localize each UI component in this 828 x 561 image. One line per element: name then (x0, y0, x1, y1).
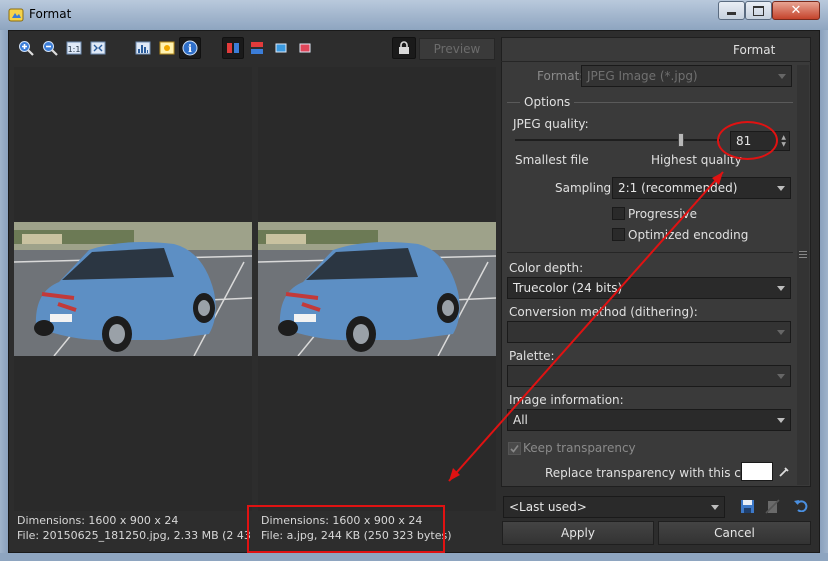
svg-text:i: i (188, 44, 192, 55)
file-size-annotation-box (247, 505, 445, 553)
undo-icon[interactable] (791, 496, 811, 514)
progressive-label: Progressive (628, 207, 698, 221)
image-information-value: All (513, 413, 528, 427)
split-vertical-icon[interactable] (222, 37, 244, 59)
actual-size-icon[interactable]: 1:1 (63, 37, 85, 59)
transparency-color-swatch[interactable] (741, 462, 773, 481)
apply-button[interactable]: Apply (502, 521, 654, 545)
format-label: Format: (537, 69, 584, 83)
chevron-down-icon (778, 74, 786, 79)
preview-button[interactable]: Preview (419, 38, 495, 60)
progressive-checkbox[interactable] (612, 207, 625, 220)
chevron-down-icon (777, 374, 785, 379)
svg-text:1:1: 1:1 (68, 45, 81, 54)
header-divider (501, 61, 811, 62)
sampling-label: Sampling: (555, 181, 616, 195)
preset-value: <Last used> (509, 500, 587, 514)
panel-scrollbar[interactable] (797, 65, 809, 485)
keep-transparency-label: Keep transparency (523, 441, 636, 455)
chevron-down-icon (777, 286, 785, 291)
close-button[interactable]: ✕ (772, 1, 820, 20)
window-frame-bottom (0, 553, 828, 561)
image-information-select[interactable]: All (507, 409, 791, 431)
title-bar[interactable]: Format ✕ (0, 0, 828, 30)
conversion-method-label: Conversion method (dithering): (509, 305, 698, 319)
histogram-icon[interactable] (132, 37, 154, 59)
minimize-icon (727, 12, 736, 15)
image-information-label: Image information: (509, 393, 624, 407)
original-image (14, 222, 252, 356)
converted-preview-pane[interactable] (258, 67, 496, 511)
eyedropper-icon[interactable] (776, 462, 792, 481)
window-title: Format (29, 7, 72, 21)
original-dimensions: Dimensions: 1600 x 900 x 24 (17, 514, 179, 527)
cancel-button[interactable]: Cancel (658, 521, 811, 545)
format-select[interactable]: JPEG Image (*.jpg) (581, 65, 792, 87)
scrollbar-grip-icon[interactable] (799, 249, 807, 263)
jpeg-quality-label: JPEG quality: (513, 117, 589, 131)
optimized-encoding-checkbox[interactable] (612, 228, 625, 241)
conversion-method-select[interactable] (507, 321, 791, 343)
original-preview-pane[interactable] (14, 67, 252, 511)
color-depth-label: Color depth: (509, 261, 584, 275)
original-file-info: File: 20150625_181250.jpg, 2.33 MB (2 43… (17, 529, 251, 542)
fit-to-window-icon[interactable] (87, 37, 109, 59)
minimize-button[interactable] (718, 1, 745, 20)
zoom-out-icon[interactable] (39, 37, 61, 59)
jpeg-quality-track[interactable] (515, 139, 720, 141)
info-icon[interactable]: i (179, 37, 201, 59)
color-depth-value: Truecolor (24 bits) (513, 281, 623, 295)
save-preset-icon[interactable] (738, 497, 756, 515)
window-frame-right (820, 30, 828, 561)
replace-transparency-label: Replace transparency with this color: (545, 466, 768, 480)
sampling-select[interactable]: 2:1 (recommended) (612, 177, 791, 199)
split-horizontal-icon[interactable] (246, 37, 268, 59)
converted-image (258, 222, 496, 356)
maximize-button[interactable] (745, 1, 772, 20)
window-frame-left (0, 30, 8, 561)
check-icon (510, 445, 519, 453)
palette-label: Palette: (509, 349, 555, 363)
keep-transparency-checkbox[interactable] (508, 442, 521, 455)
chevron-down-icon (711, 505, 719, 510)
quality-annotation-circle (717, 121, 778, 160)
color-depth-select[interactable]: Truecolor (24 bits) (507, 277, 791, 299)
app-icon (8, 8, 24, 22)
section-divider (507, 252, 793, 253)
palette-select[interactable] (507, 365, 791, 387)
chevron-down-icon (777, 418, 785, 423)
optimized-encoding-label: Optimized encoding (628, 228, 749, 242)
smallest-file-label: Smallest file (515, 153, 589, 167)
jpeg-quality-slider-thumb[interactable] (678, 133, 685, 147)
red-square-icon[interactable] (294, 37, 316, 59)
brightness-icon[interactable] (156, 37, 178, 59)
lock-icon[interactable] (392, 37, 416, 59)
close-icon: ✕ (790, 3, 802, 18)
options-label: Options (520, 95, 575, 109)
sampling-value: 2:1 (recommended) (618, 181, 738, 195)
delete-preset-icon[interactable] (763, 497, 781, 515)
zoom-in-icon[interactable] (15, 37, 37, 59)
format-value: JPEG Image (*.jpg) (587, 69, 698, 83)
blue-square-icon[interactable] (270, 37, 292, 59)
chevron-down-icon (777, 330, 785, 335)
maximize-icon (753, 5, 764, 16)
preset-select[interactable]: <Last used> (503, 496, 725, 518)
panel-header: Format (733, 43, 776, 57)
chevron-down-icon (777, 186, 785, 191)
spin-arrows-icon[interactable]: ▲ ▼ (781, 134, 786, 148)
